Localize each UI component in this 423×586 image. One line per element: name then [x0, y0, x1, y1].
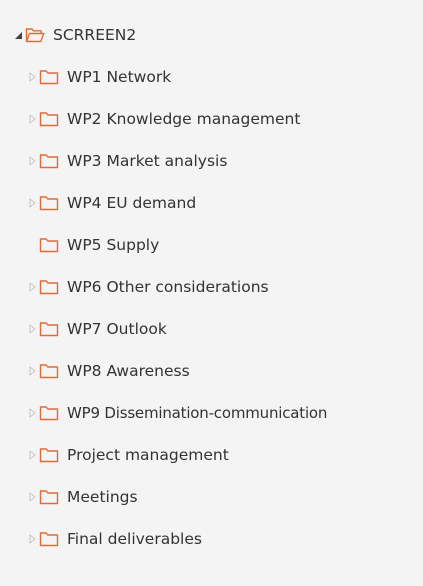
folder-icon [39, 363, 59, 379]
tree-item-wp8[interactable]: WP8 Awareness [0, 356, 423, 386]
tree-item-wp6[interactable]: WP6 Other considerations [0, 272, 423, 302]
tree-item-label: WP5 Supply [67, 236, 160, 254]
tree-item-label: WP4 EU demand [67, 194, 197, 212]
tree-item-label: WP2 Knowledge management [67, 110, 301, 128]
tree-item-wp5[interactable]: WP5 Supply [0, 230, 423, 260]
collapsed-triangle-icon[interactable] [28, 113, 37, 125]
collapsed-triangle-icon[interactable] [28, 197, 37, 209]
folder-icon [39, 531, 59, 547]
folder-icon [39, 69, 59, 85]
collapsed-triangle-icon[interactable] [28, 323, 37, 335]
tree-item-project-management[interactable]: Project management [0, 440, 423, 470]
folder-icon [39, 489, 59, 505]
tree-item-wp9[interactable]: WP9 Dissemination-communication [0, 398, 423, 428]
tree-root-label: SCRREEN2 [53, 26, 137, 44]
tree-item-meetings[interactable]: Meetings [0, 482, 423, 512]
folder-icon [39, 153, 59, 169]
collapsed-triangle-icon[interactable] [28, 407, 37, 419]
collapsed-triangle-icon[interactable] [28, 71, 37, 83]
folder-icon [39, 405, 59, 421]
tree-item-final-deliverables[interactable]: Final deliverables [0, 524, 423, 554]
folder-open-icon [25, 27, 45, 43]
folder-tree: SCRREEN2 WP1 Network WP2 Knowledge manag… [0, 0, 423, 586]
folder-icon [39, 237, 59, 253]
tree-item-wp7[interactable]: WP7 Outlook [0, 314, 423, 344]
folder-icon [39, 279, 59, 295]
tree-item-wp3[interactable]: WP3 Market analysis [0, 146, 423, 176]
tree-item-wp2[interactable]: WP2 Knowledge management [0, 104, 423, 134]
collapsed-triangle-icon[interactable] [28, 533, 37, 545]
tree-item-label: Meetings [67, 488, 138, 506]
collapsed-triangle-icon[interactable] [28, 281, 37, 293]
folder-icon [39, 321, 59, 337]
tree-item-label: Final deliverables [67, 530, 202, 548]
tree-item-wp4[interactable]: WP4 EU demand [0, 188, 423, 218]
tree-item-label: Project management [67, 446, 229, 464]
tree-item-label: WP7 Outlook [67, 320, 167, 338]
tree-root-scrreen2[interactable]: SCRREEN2 [0, 20, 423, 50]
toggle-placeholder [28, 239, 37, 251]
tree-item-label: WP9 Dissemination-communication [67, 404, 328, 422]
folder-icon [39, 111, 59, 127]
tree-item-label: WP1 Network [67, 68, 172, 86]
tree-item-label: WP3 Market analysis [67, 152, 228, 170]
tree-item-label: WP8 Awareness [67, 362, 190, 380]
collapsed-triangle-icon[interactable] [28, 365, 37, 377]
tree-item-label: WP6 Other considerations [67, 278, 269, 296]
expanded-triangle-icon[interactable] [14, 29, 23, 41]
collapsed-triangle-icon[interactable] [28, 449, 37, 461]
tree-item-wp1[interactable]: WP1 Network [0, 62, 423, 92]
collapsed-triangle-icon[interactable] [28, 491, 37, 503]
folder-icon [39, 447, 59, 463]
collapsed-triangle-icon[interactable] [28, 155, 37, 167]
folder-icon [39, 195, 59, 211]
